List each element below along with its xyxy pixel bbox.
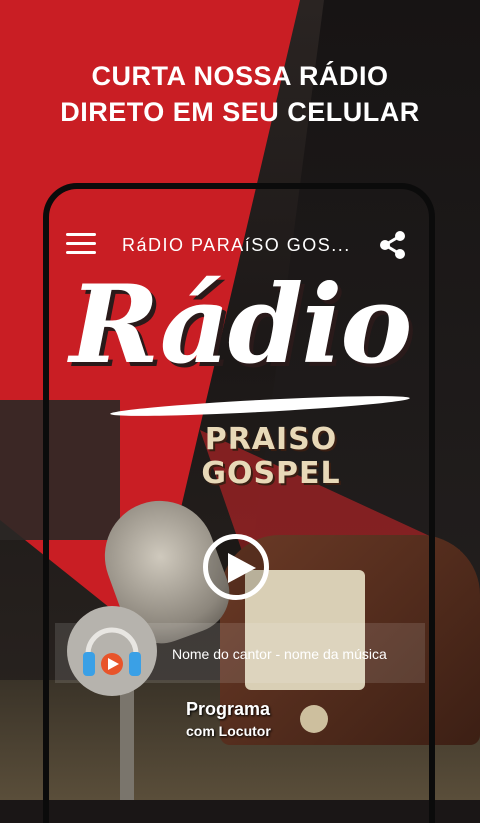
promo-headline: CURTA NOSSA RÁDIO DIRETO EM SEU CELULAR	[0, 58, 480, 130]
logo-swoosh	[109, 392, 411, 420]
logo-line-2: GOSPEL	[201, 456, 341, 491]
station-logo: Rádio PRAISO GOSPEL	[40, 262, 440, 492]
play-button[interactable]	[203, 534, 269, 600]
logo-script-text: Rádio	[69, 262, 413, 388]
headphones-icon	[83, 627, 141, 676]
share-icon[interactable]	[378, 230, 408, 260]
app-title: RáDIO PARAíSO GOS...	[122, 235, 351, 255]
promo-line-2: DIRETO EM SEU CELULAR	[60, 97, 420, 127]
now-playing-text: Nome do cantor - nome da música	[172, 646, 387, 662]
logo-line-1: PRAISO	[204, 422, 338, 457]
announcer-name: com Locutor	[186, 723, 271, 739]
promo-line-1: CURTA NOSSA RÁDIO	[91, 61, 389, 91]
program-name: Programa	[186, 699, 271, 719]
hamburger-menu-icon[interactable]	[66, 233, 96, 255]
play-icon	[228, 553, 256, 583]
now-playing-artwork	[67, 606, 157, 696]
